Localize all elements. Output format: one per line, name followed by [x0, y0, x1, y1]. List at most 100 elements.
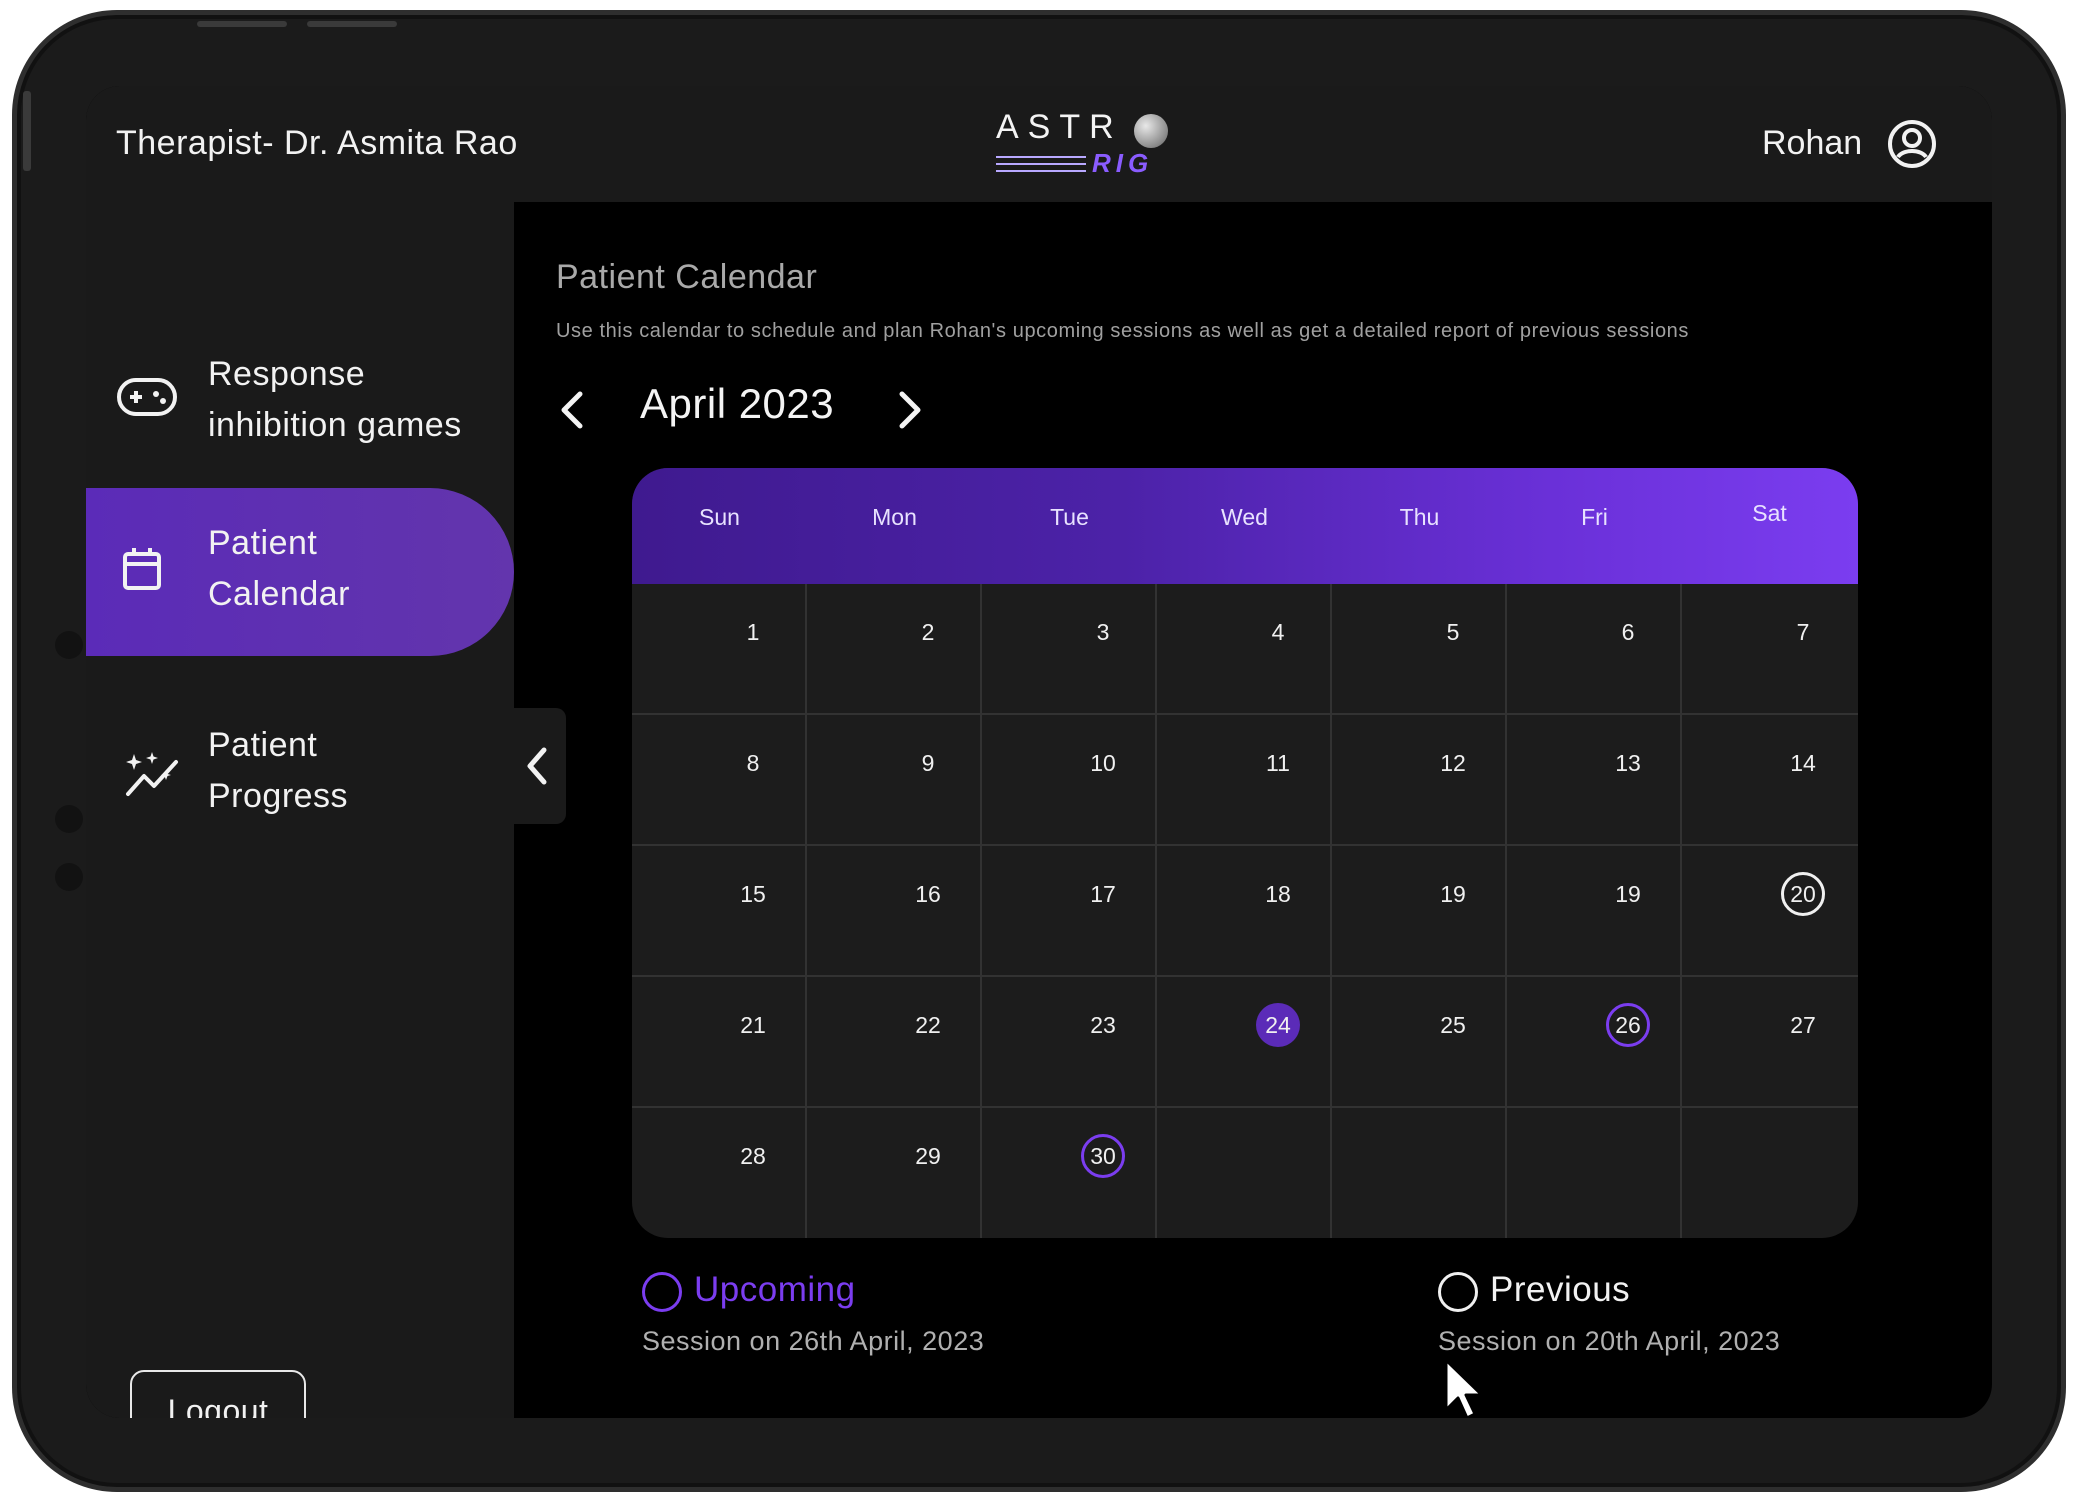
calendar-day-cell[interactable]: 14: [1682, 715, 1858, 846]
sidebar-item-label: Calendar: [208, 575, 350, 613]
username[interactable]: Rohan: [1762, 124, 1862, 163]
calendar: Sun Mon Tue Wed Thu Fri Sat 1 2 3 4 5 6 7 8 9 10 1…: [632, 468, 1858, 1238]
calendar-day-cell[interactable]: 7: [1682, 584, 1858, 715]
page-title: Patient Calendar: [556, 258, 818, 296]
upcoming-legend-circle: [642, 1272, 682, 1312]
calendar-day-cell[interactable]: 1: [632, 584, 807, 715]
sidebar-item-patient-progress[interactable]: Patient Progress: [86, 712, 514, 832]
weekday-label: Sun: [699, 504, 740, 530]
weekday-label: Mon: [872, 504, 917, 530]
calendar-day-number: 16: [915, 881, 941, 907]
calendar-day-cell[interactable]: 18: [1157, 846, 1332, 977]
calendar-day-cell[interactable]: 30: [982, 1108, 1157, 1238]
calendar-day-number: 29: [915, 1143, 941, 1169]
camera-dot: [55, 863, 83, 891]
calendar-day-cell[interactable]: 27: [1682, 977, 1858, 1108]
calendar-day-cell[interactable]: 16: [807, 846, 982, 977]
therapist-name: Therapist- Dr. Asmita Rao: [116, 124, 518, 162]
calendar-day-cell[interactable]: [1682, 1108, 1858, 1238]
logout-button[interactable]: Logout: [130, 1370, 306, 1418]
calendar-day-cell[interactable]: 3: [982, 584, 1157, 715]
calendar-day-number: 8: [746, 750, 760, 776]
calendar-day-cell[interactable]: [1332, 1108, 1507, 1238]
sidebar-item-label: Progress: [208, 777, 349, 815]
page-subtitle: Use this calendar to schedule and plan R…: [556, 320, 1690, 342]
calendar-day-cell[interactable]: 15: [632, 846, 807, 977]
calendar-day-number: 9: [921, 750, 935, 776]
previous-session-text[interactable]: Session on 20th April, 2023: [1438, 1326, 1780, 1357]
camera-dot: [55, 631, 83, 659]
weekday-label: Tue: [1050, 504, 1089, 530]
calendar-day-cell[interactable]: 21: [632, 977, 807, 1108]
calendar-day-number: 12: [1440, 750, 1466, 776]
calendar-day-cell[interactable]: 24: [1157, 977, 1332, 1108]
sidebar-item-patient-calendar[interactable]: Patient Calendar: [86, 488, 514, 656]
calendar-day-cell[interactable]: 20: [1682, 846, 1858, 977]
sidebar-item-response-inhibition-games[interactable]: Response inhibition games: [86, 342, 514, 462]
calendar-day-cell[interactable]: [1507, 1108, 1682, 1238]
calendar-grid: 1 2 3 4 5 6 7 8 9 10 11 12 13 14 15 16 17 18 19 19 20 21 22 23 2…: [632, 584, 1858, 1238]
volume-button: [23, 91, 31, 171]
user-circle-icon[interactable]: [1886, 118, 1938, 170]
camera-dot: [55, 805, 83, 833]
calendar-day-cell[interactable]: [1157, 1108, 1332, 1238]
calendar-day-number: 25: [1440, 1012, 1466, 1038]
logo-lines: [996, 156, 1086, 177]
sidebar-item-label: Response: [208, 355, 366, 393]
calendar-day-cell[interactable]: 2: [807, 584, 982, 715]
calendar-day-number: 24: [1256, 1003, 1300, 1047]
calendar-day-cell[interactable]: 17: [982, 846, 1157, 977]
calendar-day-cell[interactable]: 11: [1157, 715, 1332, 846]
upcoming-legend-label: Upcoming: [694, 1270, 856, 1309]
calendar-day-cell[interactable]: 5: [1332, 584, 1507, 715]
calendar-day-cell[interactable]: 12: [1332, 715, 1507, 846]
calendar-day-number: 30: [1081, 1134, 1125, 1178]
calendar-day-number: 18: [1265, 881, 1291, 907]
calendar-day-number: 5: [1446, 619, 1460, 645]
calendar-day-cell[interactable]: 19: [1332, 846, 1507, 977]
calendar-day-number: 20: [1781, 872, 1825, 916]
calendar-day-number: 7: [1796, 619, 1810, 645]
calendar-day-number: 27: [1790, 1012, 1816, 1038]
top-bar: Therapist- Dr. Asmita Rao ASTR RIG Rohan: [86, 86, 1992, 202]
sidebar: Response inhibition games Patient Calend…: [86, 202, 514, 1418]
calendar-day-number: 10: [1090, 750, 1116, 776]
gamepad-icon: [117, 378, 177, 416]
sparkle-chart-icon: [126, 752, 178, 796]
calendar-day-cell[interactable]: 9: [807, 715, 982, 846]
previous-legend-label: Previous: [1490, 1270, 1631, 1309]
calendar-day-cell[interactable]: 26: [1507, 977, 1682, 1108]
logo-text-top: ASTR: [996, 108, 1123, 146]
calendar-day-cell[interactable]: 22: [807, 977, 982, 1108]
previous-legend-circle: [1438, 1272, 1478, 1312]
calendar-day-number: 28: [740, 1143, 766, 1169]
calendar-weekday-header: Sun Mon Tue Wed Thu Fri Sat: [632, 468, 1858, 584]
next-month-button[interactable]: [890, 382, 930, 438]
calendar-day-number: 1: [746, 619, 760, 645]
calendar-day-cell[interactable]: 25: [1332, 977, 1507, 1108]
upcoming-session-text[interactable]: Session on 26th April, 2023: [642, 1326, 984, 1357]
calendar-day-number: 15: [740, 881, 766, 907]
calendar-day-cell[interactable]: 13: [1507, 715, 1682, 846]
calendar-day-cell[interactable]: 29: [807, 1108, 982, 1238]
calendar-day-cell[interactable]: 8: [632, 715, 807, 846]
logo-text-bottom: RIG: [1092, 148, 1154, 178]
calendar-day-number: 2: [921, 619, 935, 645]
calendar-day-number: 13: [1615, 750, 1641, 776]
weekday-label: Sat: [1752, 500, 1787, 526]
calendar-day-number: [1256, 1134, 1300, 1178]
chevron-left-icon: [527, 747, 547, 785]
calendar-day-cell[interactable]: 6: [1507, 584, 1682, 715]
calendar-day-cell[interactable]: 19: [1507, 846, 1682, 977]
calendar-day-cell[interactable]: 23: [982, 977, 1157, 1108]
prev-month-button[interactable]: [552, 382, 592, 438]
month-label: April 2023: [640, 380, 835, 427]
calendar-day-cell[interactable]: 10: [982, 715, 1157, 846]
calendar-day-cell[interactable]: 4: [1157, 584, 1332, 715]
calendar-day-number: 19: [1440, 881, 1466, 907]
calendar-day-number: 21: [740, 1012, 766, 1038]
sidebar-collapse-button[interactable]: [514, 708, 566, 824]
sidebar-item-label: Patient: [208, 524, 318, 562]
calendar-day-cell[interactable]: 28: [632, 1108, 807, 1238]
calendar-day-number: 6: [1621, 619, 1635, 645]
